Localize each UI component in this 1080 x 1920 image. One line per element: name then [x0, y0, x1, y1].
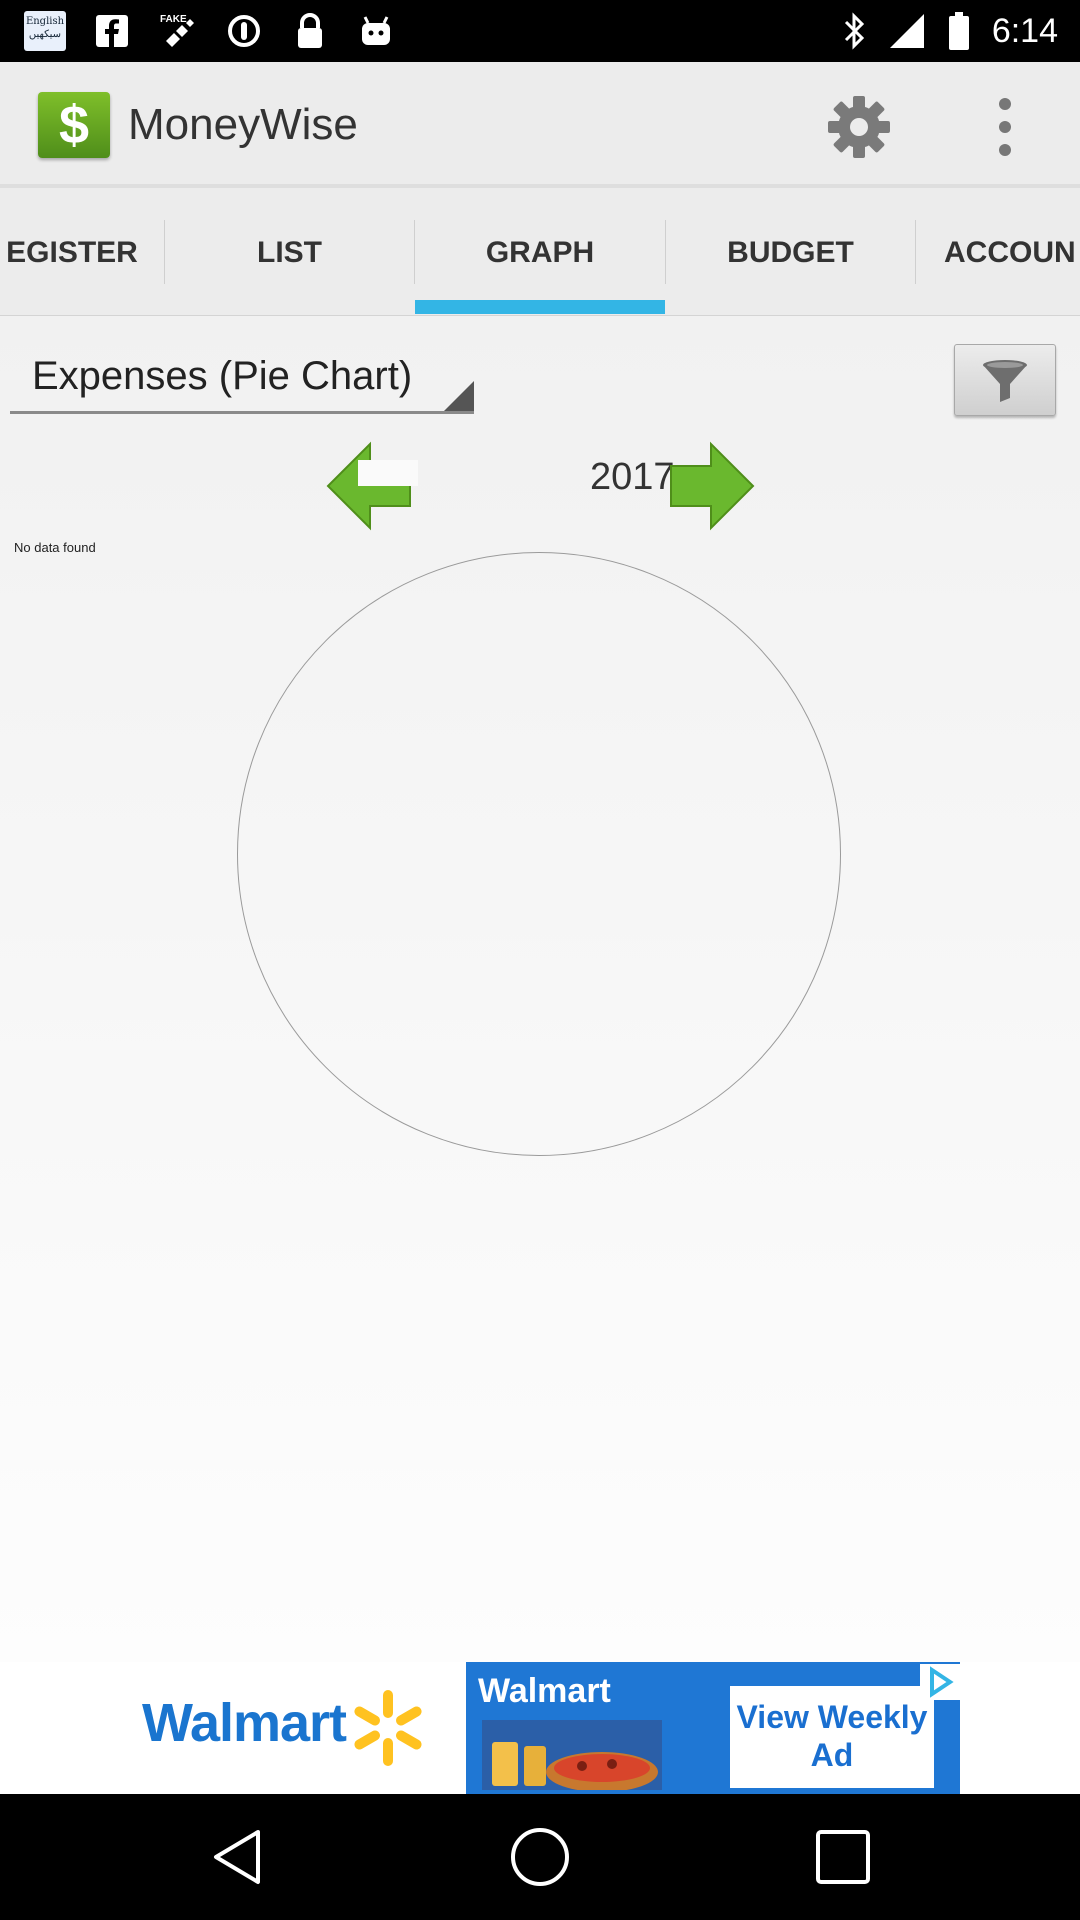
- language-badge-icon: English سیکھیں: [24, 11, 66, 51]
- tab-register[interactable]: EGISTER: [0, 218, 164, 288]
- filter-icon: [983, 360, 1027, 402]
- navigation-bar: [0, 1794, 1080, 1920]
- system-icons: 6:14: [842, 0, 1058, 62]
- lock-icon: [290, 11, 330, 51]
- pie-chart-outline: [237, 552, 841, 1156]
- ad-food-image: [482, 1720, 662, 1790]
- overflow-menu-icon[interactable]: [985, 92, 1025, 162]
- empty-chart-message: No data found: [14, 540, 96, 555]
- ad-creative-brand: Walmart: [478, 1672, 611, 1710]
- home-icon[interactable]: [507, 1824, 573, 1890]
- filter-button[interactable]: [954, 344, 1056, 416]
- dropdown-arrow-icon: [444, 381, 474, 411]
- bluetooth-icon: [844, 12, 864, 50]
- overflow-dot: [999, 97, 1011, 110]
- gear-icon[interactable]: [826, 94, 892, 160]
- tab-bar: EGISTER LIST GRAPH BUDGET ACCOUN: [0, 188, 1080, 316]
- tab-list[interactable]: LIST: [165, 218, 414, 288]
- status-bar: English سیکھیں FAKE 6:14: [0, 0, 1080, 62]
- lang-badge-line2: سیکھیں: [28, 29, 62, 40]
- svg-text:FAKE: FAKE: [160, 14, 187, 25]
- recents-icon[interactable]: [810, 1824, 876, 1890]
- overflow-dot: [999, 144, 1011, 157]
- money-logo-icon[interactable]: $: [38, 92, 110, 158]
- ad-choices-icon[interactable]: [920, 1664, 960, 1700]
- tab-graph[interactable]: GRAPH: [415, 218, 665, 288]
- walmart-spark-icon: [354, 1690, 422, 1766]
- app-bar: $ MoneyWise: [0, 62, 1080, 188]
- lang-badge-line1: English: [25, 16, 65, 27]
- tab-divider: [915, 220, 916, 284]
- tab-accounts[interactable]: ACCOUN: [944, 218, 1080, 288]
- ad-creative[interactable]: Walmart View Weekly Ad: [466, 1662, 960, 1794]
- active-tab-indicator: [415, 300, 665, 314]
- notification-icons: English سیکھیں FAKE: [24, 8, 396, 54]
- next-arrow-icon[interactable]: [663, 438, 763, 534]
- clock: 6:14: [991, 11, 1058, 50]
- tab-budget[interactable]: BUDGET: [666, 218, 915, 288]
- back-icon[interactable]: [204, 1824, 270, 1890]
- ad-banner[interactable]: Walmart Walmart View Weekly Ad: [0, 1662, 1080, 1794]
- chart-type-value: Expenses (Pie Chart): [32, 354, 413, 398]
- alarm-icon: [224, 11, 264, 51]
- fake-gps-icon: FAKE: [158, 11, 198, 51]
- app-title: MoneyWise: [128, 100, 358, 149]
- prev-arrow-icon[interactable]: [318, 438, 418, 534]
- overflow-dot: [999, 120, 1011, 133]
- facebook-icon: [92, 11, 132, 51]
- period-label: 2017: [590, 456, 675, 498]
- android-icon: [356, 11, 396, 51]
- chart-type-dropdown[interactable]: Expenses (Pie Chart): [10, 340, 474, 414]
- battery-icon: [948, 12, 969, 50]
- signal-icon: [889, 14, 924, 48]
- ad-cta-button[interactable]: View Weekly Ad: [730, 1686, 934, 1788]
- ad-brand-text: Walmart: [142, 1693, 347, 1753]
